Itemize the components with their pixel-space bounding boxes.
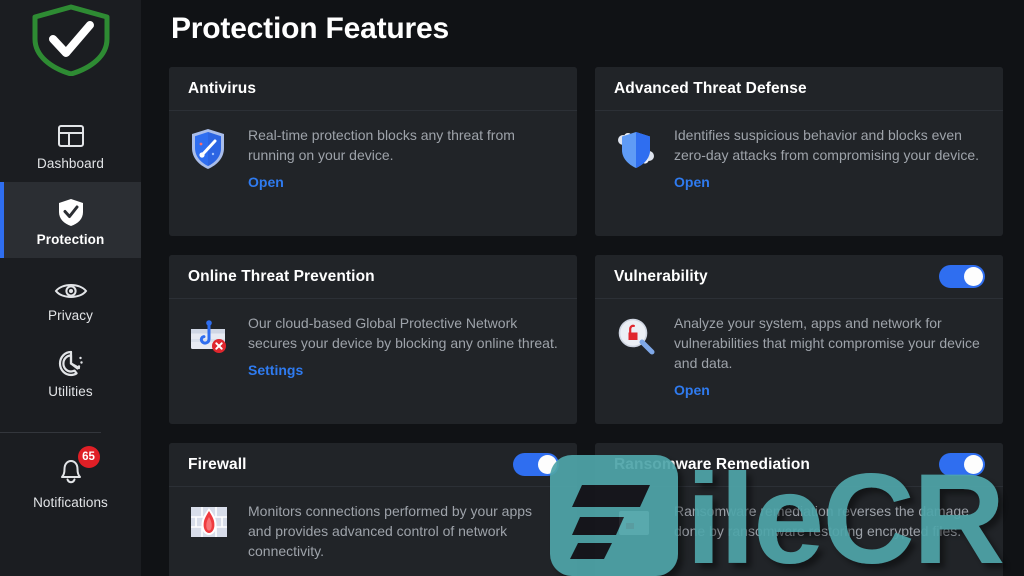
phishing-hook-icon [188,313,240,410]
card-header: Advanced Threat Defense [595,67,1003,111]
sidebar-item-label: Dashboard [37,156,104,172]
card-link-open[interactable]: Open [674,382,710,398]
shield-check-icon [57,193,85,227]
card-description: Identifies suspicious behavior and block… [674,127,979,163]
card-text: Monitors connections performed by your a… [240,501,559,576]
magnifier-lock-icon [614,313,666,410]
sidebar-item-label: Protection [36,232,105,248]
firewall-toggle[interactable] [513,453,559,476]
card-description: Ransomware remediation reverses the dama… [674,503,969,539]
sidebar-item-utilities[interactable]: Utilities [0,334,141,410]
protection-features-grid: Antivirus Real-time protection blocks an… [169,67,1003,576]
card-header: Vulnerability [595,255,1003,299]
main-content: Protection Features Antivirus Real-time … [141,0,1024,576]
brick-wall-flame-icon [188,501,240,576]
sidebar-item-protection[interactable]: Protection [0,182,141,258]
card-link-open[interactable]: Open [248,174,284,190]
card-title: Vulnerability [614,267,708,285]
card-online-threat-prevention[interactable]: Online Threat Prevention Our cloud-based… [169,255,577,424]
vulnerability-toggle[interactable] [939,265,985,288]
card-header: Ransomware Remediation [595,443,1003,487]
page-title: Protection Features [171,12,449,45]
card-text: Real-time protection blocks any threat f… [240,125,559,222]
card-text: Analyze your system, apps and network fo… [666,313,985,410]
card-firewall[interactable]: Firewall Monitors connections performed … [169,443,577,576]
card-body: Analyze your system, apps and network fo… [595,299,1003,424]
card-title: Firewall [188,455,247,473]
toggle-knob [538,455,557,474]
card-body: Identifies suspicious behavior and block… [595,111,1003,236]
card-ransomware-remediation[interactable]: Ransomware Remediation Ransomware remedi… [595,443,1003,576]
gear-clock-icon [56,345,86,379]
card-antivirus[interactable]: Antivirus Real-time protection blocks an… [169,67,577,236]
ransomware-icon [614,501,666,576]
card-title: Online Threat Prevention [188,267,375,285]
shield-speedometer-icon [188,125,240,222]
sidebar-item-label: Notifications [33,495,108,511]
card-description: Real-time protection blocks any threat f… [248,127,515,163]
sidebar-item-privacy[interactable]: Privacy [0,258,141,334]
toggle-knob [964,267,983,286]
card-title: Advanced Threat Defense [614,79,807,97]
sidebar-item-label: Privacy [48,308,93,324]
toggle-knob [964,455,983,474]
card-body: Real-time protection blocks any threat f… [169,111,577,236]
card-header: Firewall [169,443,577,487]
sidebar-divider [0,432,101,433]
green-shield-check-icon [32,4,109,76]
card-text: Ransomware remediation reverses the dama… [666,501,985,576]
card-title: Antivirus [188,79,257,97]
shield-cloud-icon [614,125,666,222]
application-window: Dashboard Protection Privacy Utilities 6… [0,0,1024,576]
card-link-settings[interactable]: Settings [248,362,303,378]
sidebar-item-label: Utilities [48,384,93,400]
card-text: Identifies suspicious behavior and block… [666,125,985,222]
card-description: Monitors connections performed by your a… [248,503,533,559]
card-text: Our cloud-based Global Protective Networ… [240,313,559,410]
card-vulnerability[interactable]: Vulnerability Analyze your system, apps … [595,255,1003,424]
card-link-open[interactable]: Open [674,174,710,190]
card-body: Our cloud-based Global Protective Networ… [169,299,577,424]
sidebar: Dashboard Protection Privacy Utilities 6… [0,0,141,576]
sidebar-item-notifications[interactable]: 65 Notifications [0,445,141,521]
card-advanced-threat-defense[interactable]: Advanced Threat Defense Identifies suspi… [595,67,1003,236]
card-body: Ransomware remediation reverses the dama… [595,487,1003,576]
card-header: Online Threat Prevention [169,255,577,299]
eye-icon [54,269,88,303]
sidebar-item-dashboard[interactable]: Dashboard [0,106,141,182]
card-description: Our cloud-based Global Protective Networ… [248,315,558,351]
card-body: Monitors connections performed by your a… [169,487,577,576]
dashboard-icon [56,117,86,151]
card-description: Analyze your system, apps and network fo… [674,315,980,371]
ransomware-remediation-toggle[interactable] [939,453,985,476]
card-header: Antivirus [169,67,577,111]
card-title: Ransomware Remediation [614,455,811,473]
notifications-badge: 65 [77,446,100,469]
sidebar-nav-list: Dashboard Protection Privacy Utilities 6… [0,106,141,521]
bell-icon: 65 [55,446,100,490]
brand-logo [25,2,117,78]
